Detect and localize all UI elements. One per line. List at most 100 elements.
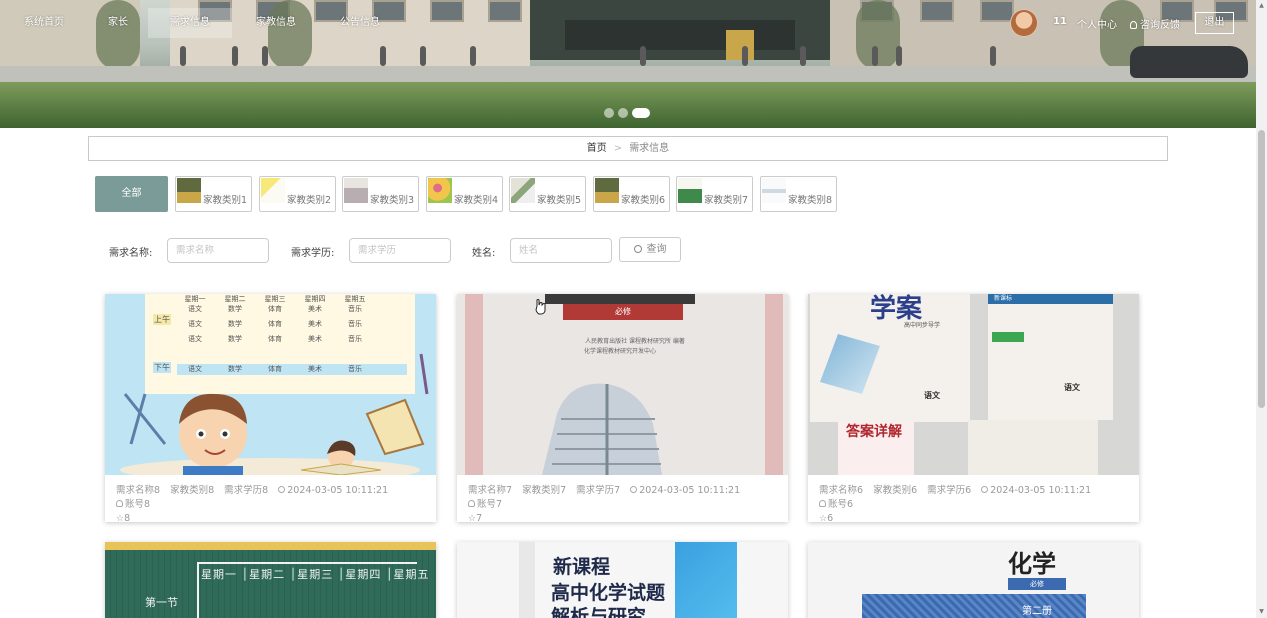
demand-card-6[interactable]: 学案 高中同步导学 语文 新课标 语文 答案详解 需求名称6 家教类别6 需求学… <box>808 294 1139 522</box>
category-button-3[interactable]: 家教类别3 <box>342 176 419 212</box>
category-button-1[interactable]: 家教类别1 <box>175 176 252 212</box>
user-icon <box>468 500 475 507</box>
user-icon <box>116 500 123 507</box>
clock-icon <box>981 486 989 493</box>
category-thumbnail <box>511 178 535 203</box>
category-all-button[interactable]: 全部 <box>95 176 168 212</box>
category-thumbnail <box>428 178 452 203</box>
person-name-label: 姓名: <box>472 248 496 259</box>
username: 11 <box>1053 16 1067 27</box>
search-button-label: 查询 <box>646 244 667 255</box>
top-nav: 系统首页 家长 需求信息 家教信息 公告信息 11 个人中心 咨询反馈 退出 <box>0 0 1256 46</box>
card-meta: 需求名称8 家教类别8 需求学历8 2024-03-05 10:11:21 账号… <box>116 484 428 522</box>
nav-item-tutors[interactable]: 家教信息 <box>254 10 298 36</box>
category-label: 家教类别3 <box>370 195 415 206</box>
card-image: 必修 人民教育出版社 课程教材研究所 编著 化学课程教材研究开发中心 <box>457 294 788 475</box>
card-favorites: ☆6 <box>819 513 834 522</box>
building-illustration <box>465 294 783 475</box>
demand-name-input[interactable] <box>167 238 269 263</box>
demand-name-label: 需求名称: <box>109 248 153 259</box>
nav-item-parents[interactable]: 家长 <box>106 10 130 36</box>
category-thumbnail <box>261 178 285 203</box>
card-account: 账号8 <box>116 499 150 510</box>
car <box>1130 46 1248 78</box>
card-demand-name: 需求名称7 <box>468 485 513 496</box>
category-label: 家教类别8 <box>788 195 833 206</box>
mouse-cursor-icon <box>535 299 546 315</box>
carousel-dot-1[interactable] <box>604 108 614 118</box>
category-thumbnail <box>678 178 702 203</box>
star-icon: ☆ <box>468 514 477 522</box>
card-favorites: ☆7 <box>468 513 483 522</box>
feedback-label: 咨询反馈 <box>1140 20 1180 31</box>
demand-card-7[interactable]: 必修 人民教育出版社 课程教材研究所 编著 化学课程教材研究开发中心 需求名称7… <box>457 294 788 522</box>
nav-item-demands[interactable]: 需求信息 <box>148 8 232 38</box>
category-label: 家教类别6 <box>621 195 666 206</box>
breadcrumb-current: 需求信息 <box>629 143 670 154</box>
card-demand-name: 需求名称8 <box>116 485 161 496</box>
nav-item-notices[interactable]: 公告信息 <box>338 10 382 36</box>
category-thumbnail <box>177 178 201 203</box>
clock-icon <box>630 486 638 493</box>
breadcrumb-home[interactable]: 首页 <box>587 143 607 154</box>
card-image: 学案 高中同步导学 语文 新课标 语文 答案详解 <box>808 294 1139 475</box>
category-button-2[interactable]: 家教类别2 <box>259 176 336 212</box>
demand-card-8[interactable]: 星期一 星期二 星期三 星期四 星期五 语文 数学 体育 美术 音乐 语文 数学… <box>105 294 436 522</box>
card-category: 家教类别6 <box>873 485 918 496</box>
search-button[interactable]: 查询 <box>619 237 681 262</box>
carousel-dot-2[interactable] <box>618 108 628 118</box>
card-category: 家教类别7 <box>522 485 567 496</box>
boy-reading-illustration <box>120 353 429 475</box>
card-image: 化学 必修 第二册 <box>808 542 1139 618</box>
category-button-4[interactable]: 家教类别4 <box>426 176 503 212</box>
demand-card-5[interactable]: 星期一 │星期二 │星期三 │星期四 │星期五 第一节 <box>105 542 436 618</box>
demand-edu-input[interactable] <box>349 238 451 263</box>
card-education: 需求学历8 <box>224 485 269 496</box>
card-demand-name: 需求名称6 <box>819 485 864 496</box>
card-category: 家教类别8 <box>170 485 215 496</box>
clock-icon <box>278 486 286 493</box>
carousel-dot-3[interactable] <box>632 108 650 118</box>
breadcrumb: 首页 > 需求信息 <box>88 136 1168 161</box>
demand-card-4[interactable]: 新课程 高中化学试题 解析与研究 <box>457 542 788 618</box>
card-account: 账号6 <box>819 499 853 510</box>
avatar[interactable] <box>1010 9 1038 37</box>
page-scrollbar[interactable]: ▲ ▼ <box>1256 0 1267 618</box>
logout-button[interactable]: 退出 <box>1195 12 1234 34</box>
card-image: 星期一 │星期二 │星期三 │星期四 │星期五 第一节 <box>105 542 436 618</box>
card-favorites: ☆8 <box>116 513 131 522</box>
card-time: 2024-03-05 10:11:21 <box>981 485 1091 496</box>
user-icon <box>819 500 826 507</box>
card-time: 2024-03-05 10:11:21 <box>630 485 740 496</box>
scroll-thumb[interactable] <box>1258 130 1265 408</box>
category-button-7[interactable]: 家教类别7 <box>676 176 753 212</box>
category-thumbnail <box>344 178 368 203</box>
banner-carousel: 系统首页 家长 需求信息 家教信息 公告信息 11 个人中心 咨询反馈 退出 <box>0 0 1256 128</box>
category-label: 家教类别4 <box>454 195 499 206</box>
card-meta: 需求名称7 家教类别7 需求学历7 2024-03-05 10:11:21 账号… <box>468 484 780 522</box>
scroll-up-arrow-icon[interactable]: ▲ <box>1257 2 1266 9</box>
category-button-6[interactable]: 家教类别6 <box>593 176 670 212</box>
category-label: 家教类别5 <box>537 195 582 206</box>
feedback-link[interactable]: 咨询反馈 <box>1130 16 1180 31</box>
category-button-5[interactable]: 家教类别5 <box>509 176 586 212</box>
category-label: 家教类别2 <box>287 195 332 206</box>
card-image: 星期一 星期二 星期三 星期四 星期五 语文 数学 体育 美术 音乐 语文 数学… <box>105 294 436 475</box>
person-name-input[interactable] <box>510 238 612 263</box>
page: 系统首页 家长 需求信息 家教信息 公告信息 11 个人中心 咨询反馈 退出 ▲… <box>0 0 1267 618</box>
nav-item-home[interactable]: 系统首页 <box>22 10 66 36</box>
category-thumbnail <box>595 178 619 203</box>
star-icon: ☆ <box>819 514 828 522</box>
search-icon <box>633 245 642 253</box>
category-button-8[interactable]: 家教类别8 <box>760 176 837 212</box>
scroll-down-arrow-icon[interactable]: ▼ <box>1257 608 1266 615</box>
demand-card-3[interactable]: 化学 必修 第二册 <box>808 542 1139 618</box>
breadcrumb-separator: > <box>613 143 623 154</box>
card-meta: 需求名称6 家教类别6 需求学历6 2024-03-05 10:11:21 账号… <box>819 484 1131 522</box>
demand-edu-label: 需求学历: <box>291 248 335 259</box>
card-account: 账号7 <box>468 499 502 510</box>
card-time: 2024-03-05 10:11:21 <box>278 485 388 496</box>
card-education: 需求学历6 <box>927 485 972 496</box>
category-label: 家教类别1 <box>203 195 248 206</box>
profile-link[interactable]: 个人中心 <box>1077 16 1117 31</box>
